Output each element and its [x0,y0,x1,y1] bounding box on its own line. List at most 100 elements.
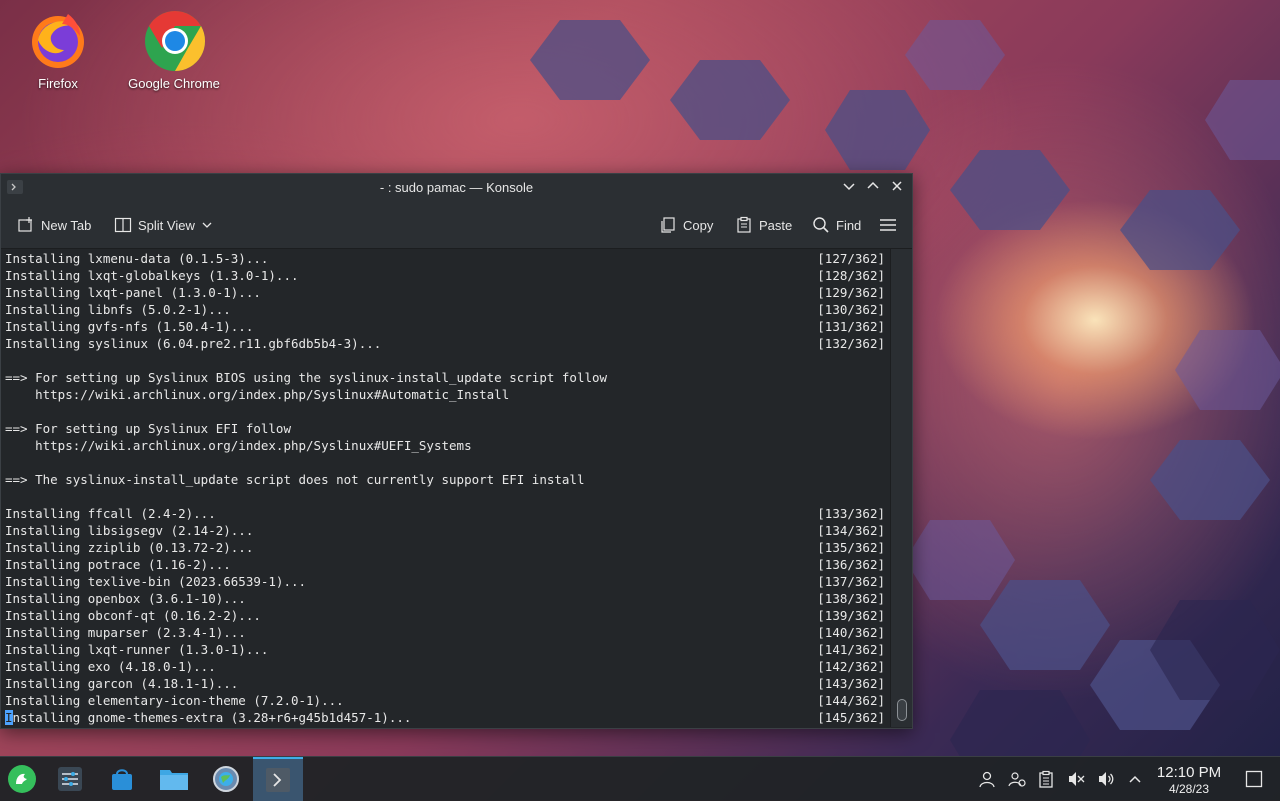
terminal-line: Installing libnfs (5.0.2-1)... [130/362] [5,301,885,318]
file-manager-taskbar-button[interactable] [158,763,190,795]
close-icon [892,181,902,191]
terminal-line-progress: [128/362] [817,268,885,283]
text-cursor: I [5,710,13,725]
terminal-output[interactable]: Installing lxmenu-data (0.1.5-3)... [127/… [1,249,890,727]
split-view-icon [114,217,132,233]
terminal-line-text: Installing lxqt-panel (1.3.0-1)... [5,285,261,300]
terminal-line-text: Installing lxmenu-data (0.1.5-3)... [5,251,269,266]
terminal-line: Installing obconf-qt (0.16.2-2)... [139/3… [5,607,885,624]
terminal-line: Installing libsigsegv (2.14-2)... [134/36… [5,522,885,539]
audio-muted-tray-icon[interactable] [1066,769,1086,789]
terminal-line-text: Installing obconf-qt (0.16.2-2)... [5,608,261,623]
terminal-line-progress: [145/362] [817,710,885,725]
terminal-line-text: https://wiki.archlinux.org/index.php/Sys… [5,438,472,453]
close-button[interactable] [887,178,907,198]
window-titlebar[interactable]: - : sudo pamac — Konsole [1,174,912,202]
new-tab-label: New Tab [41,217,92,233]
browser-taskbar-button[interactable] [210,763,242,795]
terminal-line: Installing openbox (3.6.1-10)... [138/362… [5,590,885,607]
chevron-down-icon [202,222,212,228]
terminal-scrollbar[interactable] [890,249,912,727]
terminal-line: Installing elementary-icon-theme (7.2.0-… [5,692,885,709]
user-tray-icon[interactable] [977,769,997,789]
chevron-down-icon [843,183,855,191]
system-settings-taskbar-button[interactable] [54,763,86,795]
paste-icon [737,216,751,233]
software-store-taskbar-button[interactable] [106,763,138,795]
application-launcher-button[interactable] [6,763,38,795]
copy-label: Copy [683,217,714,233]
digital-clock[interactable]: 12:10 PM 4/28/23 [1148,764,1230,796]
show-desktop-button[interactable] [1244,769,1264,789]
desktop-icon-label: Google Chrome [128,76,220,91]
hamburger-menu-button[interactable] [879,214,897,236]
terminal-line-progress: [143/362] [817,676,885,691]
terminal-line-progress: [130/362] [817,302,885,317]
terminal-line-text: ==> For setting up Syslinux BIOS using t… [5,370,608,385]
terminal-line-progress: [142/362] [817,659,885,674]
user-icon [979,771,995,788]
split-view-button[interactable]: Split View [114,214,213,236]
find-button[interactable]: Find [812,214,861,236]
konsole-taskbar-button[interactable] [253,757,303,801]
paste-button[interactable]: Paste [735,214,792,236]
terminal-line-text: Installing elementary-icon-theme (7.2.0-… [5,693,344,708]
terminal-line: Installing texlive-bin (2023.66539-1)...… [5,573,885,590]
copy-button[interactable]: Copy [659,214,713,236]
window-title: - : sudo pamac — Konsole [379,180,534,195]
find-label: Find [836,217,862,233]
terminal-line: ==> For setting up Syslinux EFI follow [5,420,885,437]
terminal-line-progress: [136/362] [817,557,885,572]
terminal-line: Installing potrace (1.16-2)... [136/362] [5,556,885,573]
shopping-bag-icon [112,769,132,790]
desktop-icon-firefox[interactable]: Firefox [8,10,108,91]
scrollbar-thumb[interactable] [897,699,907,721]
terminal-line: Installing lxqt-panel (1.3.0-1)... [129/3… [5,284,885,301]
terminal-line-text: Installing potrace (1.16-2)... [5,557,231,572]
new-tab-button[interactable]: New Tab [17,214,91,236]
terminal-line-text: Installing muparser (2.3.4-1)... [5,625,246,640]
minimize-button[interactable] [839,178,859,198]
terminal-line-text: Installing libsigsegv (2.14-2)... [5,523,254,538]
clipboard-tray-icon[interactable] [1036,769,1056,789]
split-view-label: Split View [138,217,195,233]
clipboard-icon [1039,770,1053,788]
search-icon [813,217,829,233]
terminal-line: Installing ffcall (2.4-2)... [133/362] [5,505,885,522]
terminal-line-text: Installing lxqt-globalkeys (1.3.0-1)... [5,268,299,283]
system-tray-expand[interactable] [1125,769,1145,789]
firefox-icon [28,10,88,70]
terminal-line-text: Installing ffcall (2.4-2)... [5,506,216,521]
terminal-line-progress: [140/362] [817,625,885,640]
desktop-icon-google-chrome[interactable]: Google Chrome [124,10,224,91]
terminal-line-text: ==> For setting up Syslinux EFI follow [5,421,291,436]
terminal-line: Installing gvfs-nfs (1.50.4-1)... [131/36… [5,318,885,335]
terminal-line-progress: [127/362] [817,251,885,266]
terminal-line-text: Installing exo (4.18.0-1)... [5,659,216,674]
terminal-line: Installing lxqt-globalkeys (1.3.0-1)... [… [5,267,885,284]
settings-sliders-icon [58,767,82,791]
terminal-line: Installing lxmenu-data (0.1.5-3)... [127/… [5,250,885,267]
terminal-line-progress: [139/362] [817,608,885,623]
speaker-muted-icon [1069,772,1085,786]
paste-label: Paste [759,217,793,233]
terminal-line: Installing zziplib (0.13.72-2)... [135/36… [5,539,885,556]
volume-tray-icon[interactable] [1096,769,1116,789]
terminal-line-progress: [135/362] [817,540,885,555]
konsole-window: - : sudo pamac — Konsole New Tab Split V… [0,173,913,729]
clock-date: 4/28/23 [1168,782,1210,796]
user-switch-icon [1008,772,1026,787]
konsole-toolbar: New Tab Split View Copy Paste Find [1,202,912,249]
terminal-line: Installing muparser (2.3.4-1)... [140/362… [5,624,885,641]
terminal-icon [266,768,290,792]
maximize-button[interactable] [863,178,883,198]
user-switch-tray-icon[interactable] [1007,769,1027,789]
terminal-line-progress: [129/362] [817,285,885,300]
terminal-line-progress: [137/362] [817,574,885,589]
new-tab-icon [18,217,32,232]
terminal-line: https://wiki.archlinux.org/index.php/Sys… [5,437,885,454]
terminal-line: Installing syslinux (6.04.pre2.r11.gbf6d… [5,335,885,352]
